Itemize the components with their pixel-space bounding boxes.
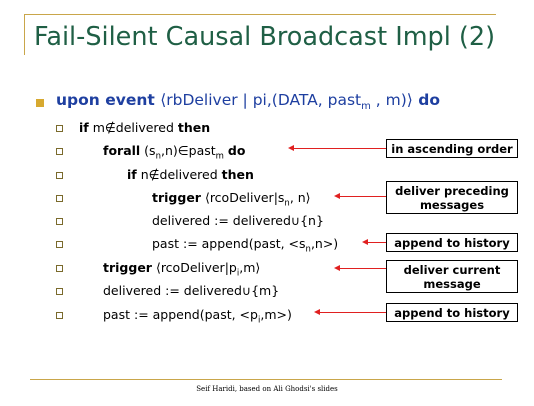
do-keyword: do (418, 91, 440, 109)
sub-bullet-icon (56, 148, 63, 155)
note-append-history: append to history (386, 303, 518, 322)
title-frame-left (24, 14, 25, 55)
upon-event-keyword: upon event (56, 91, 155, 109)
rbdeliver-event: ⟨rbDeliver | pi,(DATA, pastm , m)⟩ (160, 91, 413, 113)
code-line-if-n-not-delivered: if n∉delivered then (127, 167, 254, 182)
sub-bullet-icon (56, 125, 63, 132)
note-deliver-preceding: deliver preceding messages (386, 181, 518, 214)
sub-bullet-icon (56, 288, 63, 295)
sub-bullet-icon (56, 241, 63, 248)
footer-rule (30, 379, 502, 380)
arrow-icon (314, 309, 386, 315)
footer-credit: Seif Haridi, based on Ali Ghodsi's slide… (196, 385, 338, 393)
main-bullet-icon (36, 99, 44, 107)
code-line-delivered-m: delivered := delivered∪{m} (103, 283, 280, 298)
main-bullet-text: upon event ⟨rbDeliver | pi,(DATA, pastm … (56, 91, 440, 112)
slide: Fail-Silent Causal Broadcast Impl (2) up… (0, 0, 534, 406)
arrow-icon (334, 265, 386, 271)
sub-bullet-icon (56, 312, 63, 319)
arrow-icon (288, 145, 386, 151)
sub-bullet-icon (56, 218, 63, 225)
code-line-past-append-sn: past := append(past, <sn,n>) (152, 236, 339, 255)
title-frame-top (24, 14, 496, 15)
code-line-trigger-preceding: trigger ⟨rcoDeliver|sn, n⟩ (152, 190, 311, 209)
sub-bullet-icon (56, 172, 63, 179)
slide-title: Fail-Silent Causal Broadcast Impl (2) (34, 22, 496, 52)
note-deliver-current: deliver current message (386, 260, 518, 293)
code-line-if-m-not-delivered: if m∉delivered then (79, 120, 211, 135)
code-line-delivered-n: delivered := delivered∪{n} (152, 213, 324, 228)
sub-bullet-icon (56, 195, 63, 202)
sub-bullet-icon (56, 265, 63, 272)
arrow-icon (334, 193, 386, 199)
code-line-past-append-pi: past := append(past, <pi,m>) (103, 307, 292, 326)
code-line-trigger-current: trigger ⟨rcoDeliver|pi,m⟩ (103, 260, 261, 279)
arrow-icon (362, 239, 386, 245)
code-line-forall: forall (sn,n)∈pastm do (103, 143, 246, 162)
note-append-history: append to history (386, 233, 518, 252)
note-ascending-order: in ascending order (386, 139, 518, 158)
